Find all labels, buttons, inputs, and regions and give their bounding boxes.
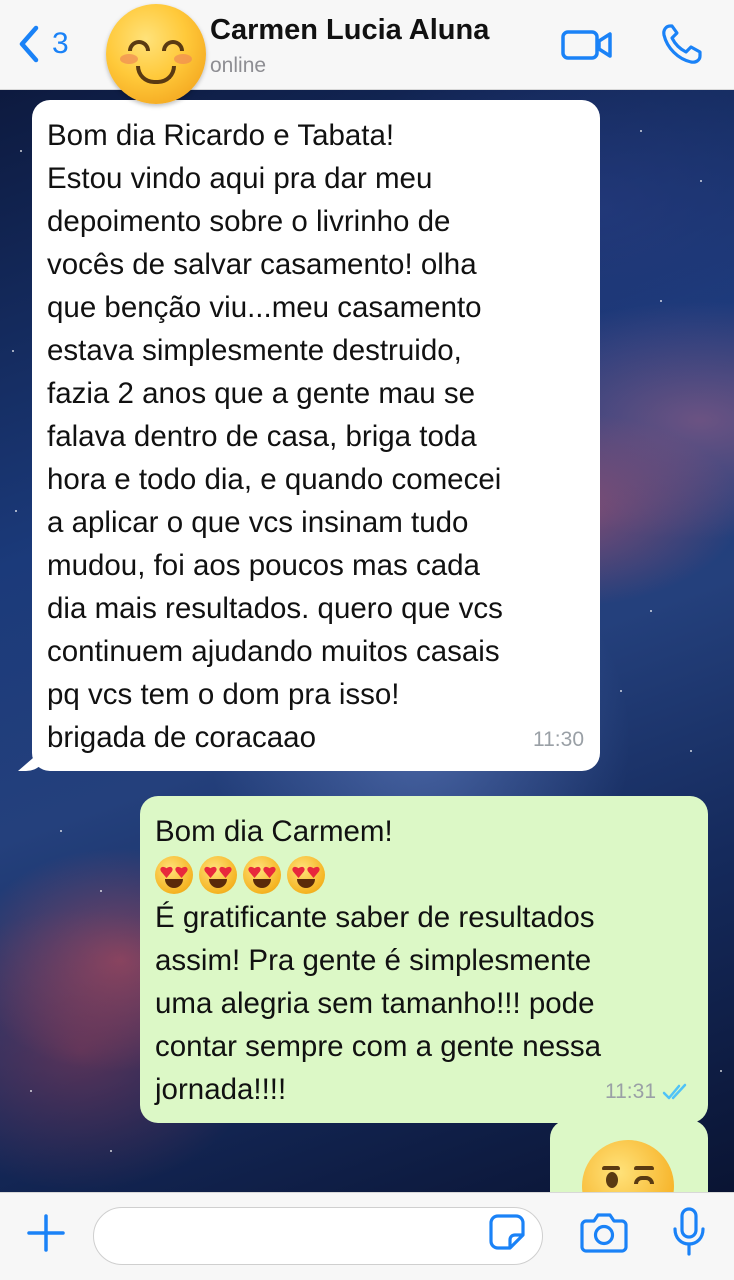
heart-eyes-emoji-icon [243, 855, 281, 894]
message-line: continuem ajudando muitos casais [47, 635, 500, 668]
microphone-icon[interactable] [672, 1207, 706, 1257]
message-meta: 11:30 [533, 718, 584, 761]
incoming-message[interactable]: Bom dia Ricardo e Tabata! Estou vindo aq… [32, 100, 600, 771]
message-line: que benção viu...meu casamento [47, 291, 482, 324]
avatar-eye-left [128, 40, 150, 51]
chat-area[interactable]: Bom dia Ricardo e Tabata! Estou vindo aq… [0, 90, 734, 1192]
chat-header: 3 Carmen Lucia Aluna online [0, 0, 734, 104]
message-line: É gratificante saber de resultados [155, 901, 595, 934]
avatar-blush-left [120, 54, 138, 64]
chevron-left-icon [19, 25, 39, 63]
contact-name[interactable]: Carmen Lucia Aluna [210, 14, 489, 47]
message-line: dia mais resultados. quero que vcs [47, 592, 503, 625]
message-input[interactable] [93, 1207, 543, 1265]
heart-eyes-emoji-icon [199, 855, 237, 894]
avatar-eye-right [162, 40, 184, 51]
message-input-bar [0, 1192, 734, 1280]
outgoing-message[interactable]: Bom dia Carmem! É gratificante saber de … [140, 796, 708, 1123]
emoji-row [155, 853, 692, 896]
phone-call-icon[interactable] [658, 22, 708, 66]
back-button[interactable]: 3 [14, 22, 69, 66]
message-line: a aplicar o que vcs insinam tudo [47, 506, 469, 539]
message-time: 11:31 [605, 1080, 656, 1103]
message-line: brigada de coracaao [47, 721, 316, 754]
avatar-mouth [136, 66, 176, 84]
message-line: depoimento sobre o livrinho de [47, 205, 451, 238]
message-line: uma alegria sem tamanho!!! pode [155, 987, 595, 1020]
message-time: 11:30 [533, 728, 584, 751]
message-line: fazia 2 anos que a gente mau se [47, 377, 476, 410]
contact-avatar[interactable] [106, 4, 206, 104]
heart-eyes-emoji-icon [155, 855, 193, 894]
message-line: estava simplesmente destruido, [47, 334, 462, 367]
message-line: assim! Pra gente é simplesmente [155, 944, 592, 977]
sticker-icon[interactable] [488, 1213, 526, 1251]
message-meta: 11:31 [605, 1070, 692, 1113]
message-line: pq vcs tem o dom pra isso! [47, 678, 400, 711]
message-line: mudou, foi aos poucos mas cada [47, 549, 480, 582]
avatar-blush-right [174, 54, 192, 64]
message-line: Estou vindo aqui pra dar meu [47, 162, 433, 195]
message-line: vocês de salvar casamento! olha [47, 248, 477, 281]
message-line: hora e todo dia, e quando comecei [47, 463, 502, 496]
message-line: contar sempre com a gente nessa [155, 1030, 602, 1063]
winking-face-emoji-icon [582, 1140, 674, 1192]
camera-icon[interactable] [580, 1211, 628, 1253]
message-line: falava dentro de casa, briga toda [47, 420, 477, 453]
video-call-icon[interactable] [560, 22, 614, 66]
unread-count: 3 [52, 27, 69, 60]
read-receipt-icon [662, 1083, 687, 1099]
attach-plus-icon[interactable] [26, 1213, 66, 1253]
contact-status: online [210, 54, 267, 77]
message-line: Bom dia Carmem! [155, 815, 393, 848]
outgoing-emoji-message[interactable] [550, 1120, 708, 1192]
heart-eyes-emoji-icon [287, 855, 325, 894]
message-line: Bom dia Ricardo e Tabata! [47, 119, 395, 152]
